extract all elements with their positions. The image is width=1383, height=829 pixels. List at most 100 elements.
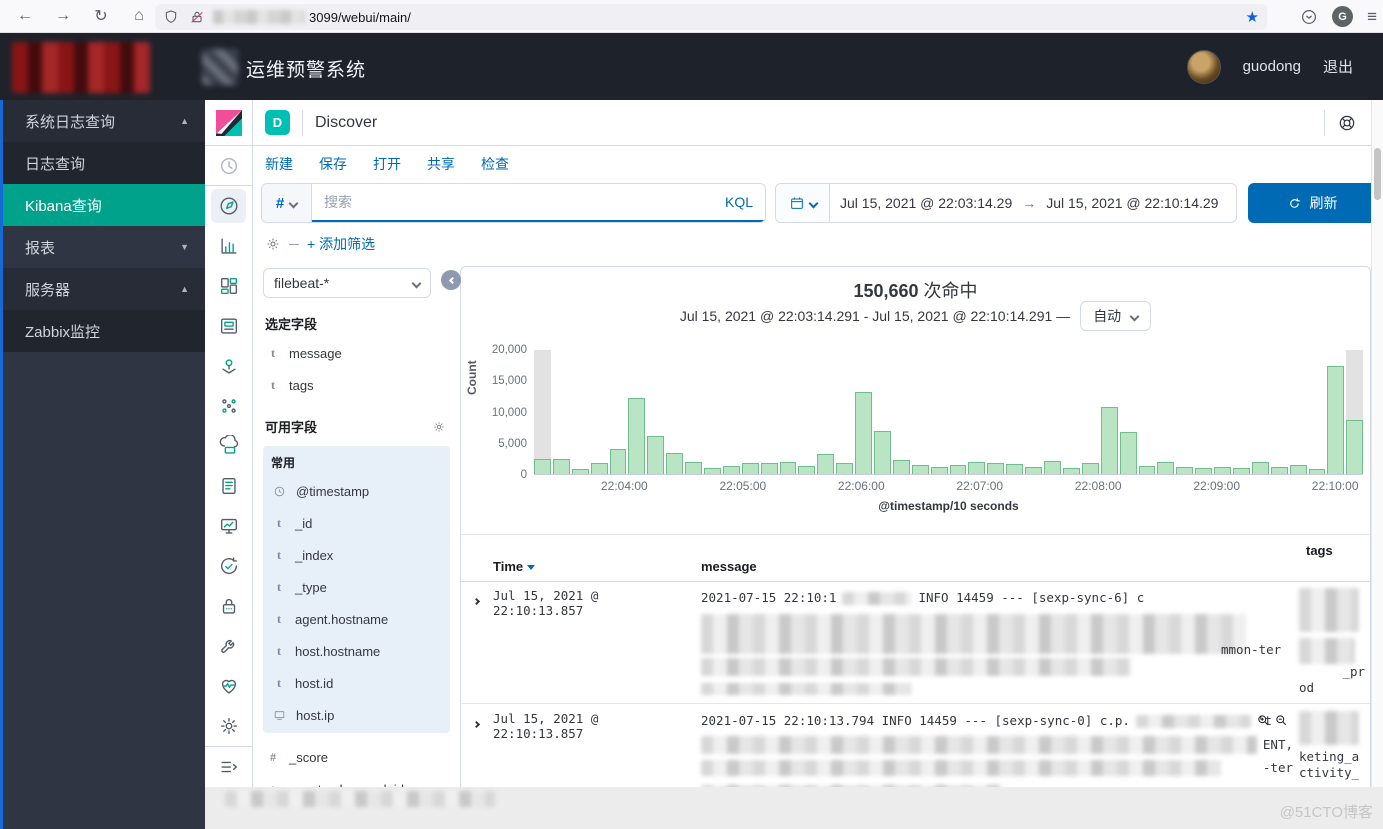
nav-uptime-icon[interactable]	[205, 426, 252, 466]
histogram-bar[interactable]	[628, 350, 645, 474]
histogram-bar[interactable]	[931, 350, 948, 474]
histogram-bar[interactable]	[704, 350, 721, 474]
histogram-bar[interactable]	[723, 350, 740, 474]
histogram-bar[interactable]	[968, 350, 985, 474]
histogram-bar[interactable]	[1139, 350, 1156, 474]
nav-recently-viewed-icon[interactable]	[205, 146, 252, 186]
field-host-hostname[interactable]: t host.hostname	[269, 635, 444, 667]
nav-siem-icon[interactable]	[205, 586, 252, 626]
nav-stack-monitoring-icon[interactable]	[205, 666, 252, 706]
histogram-bar[interactable]	[1044, 350, 1061, 474]
saved-query-menu-button[interactable]: #	[262, 184, 312, 222]
field-timestamp[interactable]: @timestamp	[269, 475, 444, 507]
histogram-bar[interactable]	[1309, 350, 1326, 474]
nav-discover-icon[interactable]	[205, 186, 252, 226]
refresh-button[interactable]: 刷新	[1248, 183, 1376, 223]
histogram-bar[interactable]	[647, 350, 664, 474]
histogram-bar[interactable]	[761, 350, 778, 474]
histogram-bar[interactable]	[534, 350, 551, 474]
scrollbar-thumb[interactable]	[1374, 148, 1381, 200]
bookmark-star-icon[interactable]: ★	[1246, 8, 1259, 26]
column-header-message[interactable]: message	[701, 559, 757, 574]
histogram-bar[interactable]	[572, 350, 589, 474]
profile-avatar[interactable]: G	[1332, 6, 1353, 27]
nav-canvas-icon[interactable]	[205, 306, 252, 346]
field-type[interactable]: t _type	[269, 571, 444, 603]
histogram-bar[interactable]	[817, 350, 834, 474]
histogram-bar[interactable]	[1214, 350, 1231, 474]
expand-row-icon[interactable]	[474, 591, 484, 601]
nav-metrics-icon[interactable]	[205, 506, 252, 546]
histogram-bar[interactable]	[1271, 350, 1288, 474]
histogram-bar[interactable]	[1082, 350, 1099, 474]
sidebar-item-log-query[interactable]: 日志查询	[3, 142, 205, 184]
histogram-bar[interactable]	[893, 350, 910, 474]
query-language-button[interactable]: KQL	[725, 194, 765, 210]
sidebar-item-kibana-query[interactable]: Kibana查询	[3, 184, 205, 226]
nav-logs-icon[interactable]	[205, 466, 252, 506]
field-host-id[interactable]: t host.id	[269, 667, 444, 699]
reload-icon[interactable]: ↻	[86, 3, 116, 29]
histogram-bar[interactable]	[987, 350, 1004, 474]
field-id[interactable]: t _id	[269, 507, 444, 539]
help-icon[interactable]	[1337, 113, 1357, 133]
column-header-tags[interactable]: tags	[1306, 543, 1333, 558]
index-pattern-select[interactable]: filebeat-*	[263, 268, 431, 298]
histogram-bar[interactable]	[1006, 350, 1023, 474]
histogram-bar[interactable]	[1346, 350, 1363, 474]
nav-maps-icon[interactable]	[205, 346, 252, 386]
time-to[interactable]: Jul 15, 2021 @ 22:10:14.29	[1046, 195, 1218, 211]
menu-open[interactable]: 打开	[373, 154, 401, 174]
kibana-logo[interactable]	[205, 100, 252, 146]
histogram-bar[interactable]	[591, 350, 608, 474]
field-score[interactable]: # _score	[263, 741, 450, 773]
shield-icon[interactable]	[163, 9, 179, 25]
histogram-bar[interactable]	[1063, 350, 1080, 474]
insecure-lock-icon[interactable]	[189, 9, 205, 25]
histogram-bar[interactable]	[666, 350, 683, 474]
field-index[interactable]: t _index	[269, 539, 444, 571]
expand-row-icon[interactable]	[474, 714, 484, 724]
histogram-bar[interactable]	[742, 350, 759, 474]
histogram-bar[interactable]	[553, 350, 570, 474]
histogram-bar[interactable]	[780, 350, 797, 474]
field-host-ip[interactable]: host.ip	[269, 699, 444, 731]
histogram-bar[interactable]	[1290, 350, 1307, 474]
time-range-picker[interactable]: Jul 15, 2021 @ 22:03:14.29 → Jul 15, 202…	[775, 183, 1237, 223]
menu-inspect[interactable]: 检查	[481, 154, 509, 174]
filter-out-value-icon[interactable]	[1274, 713, 1289, 734]
histogram-bar[interactable]	[1195, 350, 1212, 474]
menu-new[interactable]: 新建	[265, 154, 293, 174]
menu-hamburger-icon[interactable]: ≡	[1367, 7, 1377, 27]
vertical-scrollbar[interactable]	[1371, 100, 1383, 787]
sidebar-item-servers[interactable]: 服务器 ▲	[3, 268, 205, 310]
column-header-time[interactable]: Time	[493, 559, 535, 574]
pocket-icon[interactable]	[1300, 8, 1318, 26]
sidebar-item-system-log-query[interactable]: 系统日志查询 ▲	[3, 100, 205, 142]
nav-dashboard-icon[interactable]	[205, 266, 252, 306]
histogram-bar[interactable]	[798, 350, 815, 474]
field-settings-gear-icon[interactable]	[432, 420, 446, 434]
logout-link[interactable]: 退出	[1323, 56, 1353, 77]
user-avatar[interactable]	[1187, 50, 1221, 84]
histogram-bar[interactable]	[1252, 350, 1269, 474]
histogram-bar[interactable]	[912, 350, 929, 474]
sidebar-item-reports[interactable]: 报表 ▼	[3, 226, 205, 268]
histogram-bar[interactable]	[836, 350, 853, 474]
nav-machine-learning-icon[interactable]	[205, 386, 252, 426]
filter-settings-gear-icon[interactable]	[265, 236, 281, 252]
nav-management-icon[interactable]	[205, 706, 252, 746]
collapse-sidebar-button[interactable]	[441, 270, 461, 290]
histogram-bar[interactable]	[950, 350, 967, 474]
nav-apm-icon[interactable]	[205, 546, 252, 586]
histogram-bar[interactable]	[1101, 350, 1118, 474]
field-message[interactable]: t message	[263, 337, 450, 369]
nav-dev-tools-icon[interactable]	[205, 626, 252, 666]
add-filter-link[interactable]: + 添加筛选	[307, 234, 375, 254]
field-agent-hostname[interactable]: t agent.hostname	[269, 603, 444, 635]
calendar-button[interactable]	[776, 184, 830, 222]
forward-icon[interactable]: →	[48, 3, 78, 29]
nav-collapse-nav-icon[interactable]	[205, 746, 252, 786]
search-input[interactable]	[312, 194, 725, 210]
histogram-bar[interactable]	[1157, 350, 1174, 474]
